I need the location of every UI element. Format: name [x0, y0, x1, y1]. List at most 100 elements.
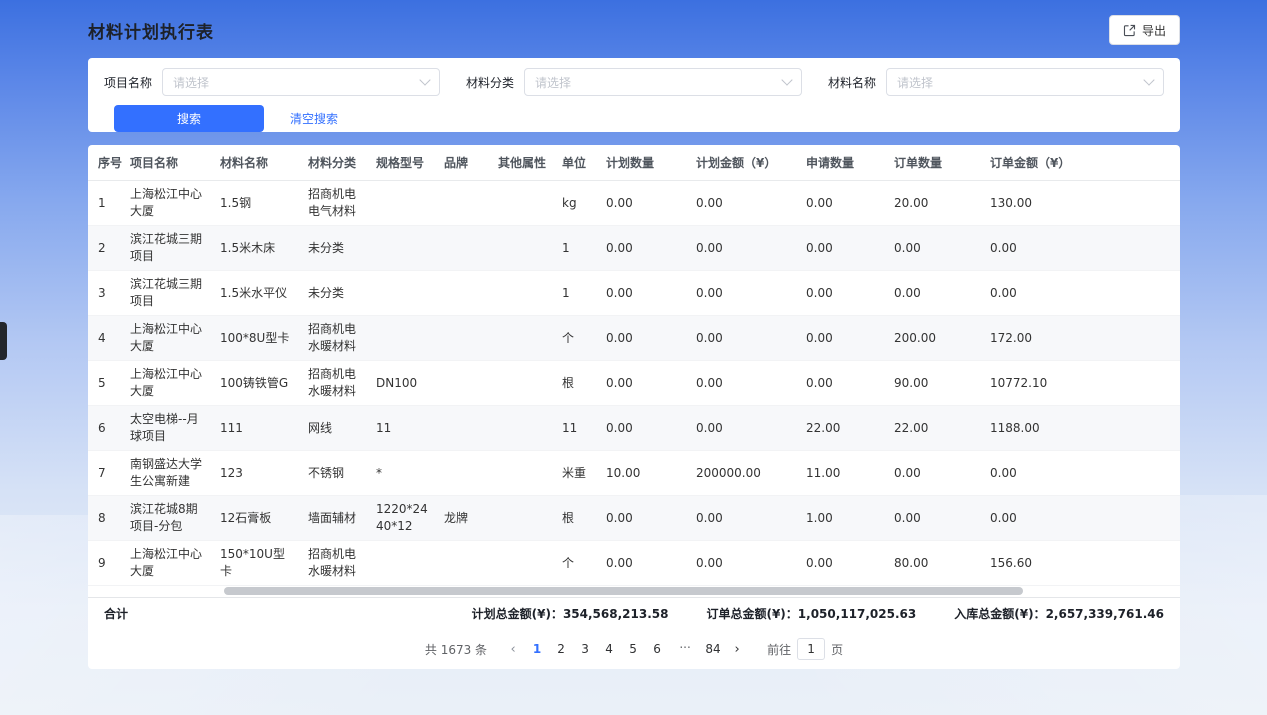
- column-header-5: 品牌: [436, 145, 490, 181]
- table-cell: 90.00: [886, 361, 982, 406]
- table-cell: 网线: [300, 406, 368, 451]
- table-cell: 米重: [554, 451, 598, 496]
- table-cell: 172.00: [982, 316, 1180, 361]
- column-header-4: 规格型号: [368, 145, 436, 181]
- table-cell: 0.00: [598, 361, 688, 406]
- column-header-12: 订单金额（¥）: [982, 145, 1180, 181]
- table-header-row: 序号项目名称材料名称材料分类规格型号品牌其他属性单位计划数量计划金额（¥）申请数…: [88, 145, 1180, 181]
- table-cell: 0.00: [886, 226, 982, 271]
- page-button-1[interactable]: 1: [525, 637, 549, 661]
- summary-item-label-0: 计划总金额(¥)：: [472, 607, 563, 621]
- prev-page-button[interactable]: ‹: [501, 637, 525, 661]
- select-placeholder-0: 请选择: [173, 74, 209, 91]
- horizontal-scrollbar-thumb[interactable]: [224, 587, 1023, 595]
- drawer-handle[interactable]: [0, 322, 7, 360]
- table-cell: 0.00: [982, 271, 1180, 316]
- export-button[interactable]: 导出: [1109, 15, 1180, 45]
- table-cell: 1: [88, 181, 122, 226]
- table-row: 1上海松江中心大厦1.5钢招商机电电气材料kg0.000.000.0020.00…: [88, 181, 1180, 226]
- table-cell: 22.00: [886, 406, 982, 451]
- table-cell: 7: [88, 451, 122, 496]
- column-header-8: 计划数量: [598, 145, 688, 181]
- clear-search-link[interactable]: 清空搜索: [290, 110, 338, 127]
- summary-item-label-1: 订单总金额(¥)：: [706, 607, 797, 621]
- table-cell: [436, 541, 490, 586]
- table-cell: 11.00: [798, 451, 886, 496]
- table-cell: 0.00: [598, 406, 688, 451]
- summary-item-value-0: 354,568,213.58: [563, 607, 669, 621]
- table-row: 5上海松江中心大厦100铸铁管G招商机电水暖材料DN100根0.000.000.…: [88, 361, 1180, 406]
- table-cell: 招商机电水暖材料: [300, 361, 368, 406]
- table-cell: [490, 361, 554, 406]
- chevron-down-icon: [1143, 74, 1154, 85]
- table-cell: [436, 361, 490, 406]
- table-cell: 0.00: [598, 541, 688, 586]
- page-button-6[interactable]: 6: [645, 637, 669, 661]
- table-cell: [490, 226, 554, 271]
- page-button-4[interactable]: 4: [597, 637, 621, 661]
- table-cell: [490, 316, 554, 361]
- goto-suffix-label: 页: [831, 641, 843, 658]
- app-root: 材料计划执行表 导出 项目名称请选择材料分类请选择材料名称请选择 搜索 清空搜索: [0, 0, 1267, 715]
- filter-select-2[interactable]: 请选择: [886, 68, 1164, 96]
- table-cell: 4: [88, 316, 122, 361]
- horizontal-scrollbar-track: [94, 587, 1174, 595]
- page-button-3[interactable]: 3: [573, 637, 597, 661]
- filter-label-2: 材料名称: [828, 74, 876, 91]
- export-icon: [1123, 24, 1136, 37]
- column-header-1: 项目名称: [122, 145, 212, 181]
- goto-page: 前往 页: [767, 638, 843, 660]
- filter-select-1[interactable]: 请选择: [524, 68, 802, 96]
- table-cell: 未分类: [300, 226, 368, 271]
- table-cell: 11: [554, 406, 598, 451]
- goto-page-input[interactable]: [797, 638, 825, 660]
- table-cell: 墙面辅材: [300, 496, 368, 541]
- summary-items: 计划总金额(¥)：354,568,213.58订单总金额(¥)：1,050,11…: [472, 605, 1164, 622]
- page-button-5[interactable]: 5: [621, 637, 645, 661]
- pagination: 共 1673 条 ‹ 123456...84 › 前往 页: [88, 630, 1180, 669]
- table-cell: [490, 451, 554, 496]
- table-cell: [368, 316, 436, 361]
- table-cell: 上海松江中心大厦: [122, 316, 212, 361]
- summary-item-value-2: 2,657,339,761.46: [1046, 607, 1164, 621]
- table-cell: [368, 181, 436, 226]
- page-button-2[interactable]: 2: [549, 637, 573, 661]
- table-cell: 6: [88, 406, 122, 451]
- search-button[interactable]: 搜索: [114, 105, 264, 132]
- table-cell: 0.00: [688, 271, 798, 316]
- table-cell: 龙牌: [436, 496, 490, 541]
- table-cell: 0.00: [688, 316, 798, 361]
- table-cell: 招商机电水暖材料: [300, 316, 368, 361]
- table-cell: 10772.10: [982, 361, 1180, 406]
- page-button-84[interactable]: 84: [701, 637, 725, 661]
- export-button-label: 导出: [1142, 22, 1166, 39]
- table-cell: 130.00: [982, 181, 1180, 226]
- summary-item-0: 计划总金额(¥)：354,568,213.58: [472, 605, 669, 622]
- table-cell: 0.00: [688, 406, 798, 451]
- table-cell: 太空电梯--月球项目: [122, 406, 212, 451]
- column-header-2: 材料名称: [212, 145, 300, 181]
- table-cell: 根: [554, 361, 598, 406]
- table-cell: 0.00: [598, 496, 688, 541]
- table-cell: 0.00: [688, 361, 798, 406]
- table-cell: 11: [368, 406, 436, 451]
- table-cell: 招商机电电气材料: [300, 181, 368, 226]
- table-cell: 0.00: [598, 271, 688, 316]
- table-cell: 1.5钢: [212, 181, 300, 226]
- column-header-0: 序号: [88, 145, 122, 181]
- table-cell: 0.00: [886, 271, 982, 316]
- table-cell: 1.00: [798, 496, 886, 541]
- next-page-button[interactable]: ›: [725, 637, 749, 661]
- table-cell: *: [368, 451, 436, 496]
- table-cell: 招商机电水暖材料: [300, 541, 368, 586]
- filter-select-0[interactable]: 请选择: [162, 68, 440, 96]
- table-row: 8滨江花城8期项目-分包12石膏板墙面辅材1220*2440*12龙牌根0.00…: [88, 496, 1180, 541]
- filter-actions: 搜索 清空搜索: [104, 105, 1164, 132]
- table-cell: 0.00: [982, 451, 1180, 496]
- table-cell: 0.00: [886, 451, 982, 496]
- table-cell: 0.00: [886, 496, 982, 541]
- table-cell: [490, 541, 554, 586]
- topbar: 材料计划执行表 导出: [88, 13, 1180, 47]
- table-cell: 0.00: [982, 496, 1180, 541]
- table-cell: [368, 541, 436, 586]
